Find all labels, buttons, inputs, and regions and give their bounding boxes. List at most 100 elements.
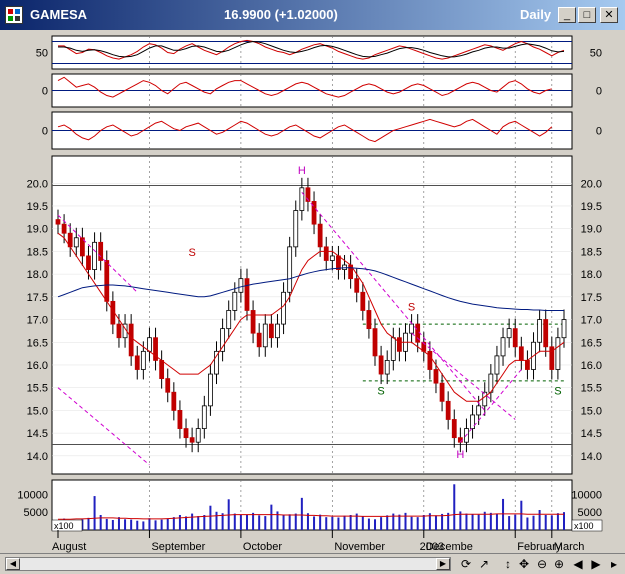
candle-body xyxy=(232,291,238,311)
candle-body xyxy=(445,400,451,420)
volume-bar xyxy=(495,513,498,530)
y-tick-label-left: 17.5 xyxy=(27,292,48,304)
volume-bar xyxy=(215,511,218,530)
volume-bar xyxy=(288,514,291,530)
cursor-icon[interactable]: ↗ xyxy=(476,556,492,572)
y-tick-label-right: 18.5 xyxy=(581,246,602,258)
previous-icon[interactable]: ◀ xyxy=(570,556,586,572)
panel-frame xyxy=(51,35,573,70)
x-tick-label: November xyxy=(334,541,385,553)
y-tick-label-right: 5000 xyxy=(578,507,602,519)
zoom-out-icon[interactable]: ⊖ xyxy=(534,556,550,572)
scroll-right-icon[interactable]: ▶ xyxy=(436,558,450,570)
y-tick-label-left: 0 xyxy=(42,86,48,98)
volume-bar xyxy=(441,513,444,530)
chart-window: GAMESA 16.9900 (+1.02000) Daily _ □ ✕ 50… xyxy=(0,0,625,574)
y-tick-label-right: 17.0 xyxy=(581,315,602,327)
crosshair-icon[interactable]: ✥ xyxy=(516,556,532,572)
candle-body xyxy=(220,328,226,352)
y-tick-label-right: 0 xyxy=(596,86,602,98)
volume-bar xyxy=(166,518,169,530)
volume-bar xyxy=(105,518,108,530)
volume-bar xyxy=(434,515,437,530)
candle-body xyxy=(500,337,506,357)
panel-oscillator-1: 50 50 xyxy=(36,35,602,70)
maximize-button[interactable]: □ xyxy=(578,7,596,23)
volume-bar xyxy=(87,517,90,530)
scroll-left-icon[interactable]: ◀ xyxy=(6,558,20,570)
y-tick-label-right: 16.0 xyxy=(581,360,602,372)
y-tick-label-left: 20.0 xyxy=(27,178,48,190)
play-icon[interactable]: ▶ xyxy=(588,556,604,572)
y-tick-label-left: 19.0 xyxy=(27,224,48,236)
zoom-in-icon[interactable]: ⊕ xyxy=(551,556,567,572)
candle-body xyxy=(336,255,341,270)
pattern-annotation: S xyxy=(188,247,195,259)
candle-body xyxy=(55,219,61,225)
volume-bar xyxy=(93,496,96,530)
candle-body xyxy=(561,319,567,339)
minimize-button[interactable]: _ xyxy=(558,7,576,23)
volume-bar xyxy=(270,504,273,530)
volume-bar xyxy=(111,520,114,530)
volume-bar xyxy=(136,520,139,530)
title-bar[interactable]: GAMESA 16.9900 (+1.02000) Daily _ □ ✕ xyxy=(0,0,625,30)
candle-body xyxy=(165,378,171,393)
candle-body xyxy=(525,360,530,370)
y-tick-label-left: 16.0 xyxy=(27,360,48,372)
volume-bar xyxy=(453,484,456,530)
y-tick-label-left: 19.5 xyxy=(27,201,48,213)
candle-body xyxy=(250,310,256,334)
pattern-annotation: S xyxy=(377,386,384,398)
candle-body xyxy=(140,350,146,370)
volume-bar xyxy=(367,518,370,530)
candle-body xyxy=(366,310,372,330)
y-tick-label-right: 50 xyxy=(590,48,602,60)
candle-body xyxy=(61,223,67,234)
candle-body xyxy=(116,323,122,339)
y-tick-label-right: 15.5 xyxy=(581,383,602,395)
candle-body xyxy=(189,437,195,443)
volume-bar xyxy=(319,514,322,530)
time-axis: August September October November Decembe Feb… xyxy=(52,530,584,553)
candle-body xyxy=(317,223,323,248)
volume-bar xyxy=(502,498,505,530)
volume-bar xyxy=(325,517,328,530)
step-icon[interactable]: ▸ xyxy=(606,556,622,572)
x-tick-label: September xyxy=(151,541,205,553)
candle-body xyxy=(372,328,378,357)
candle-body xyxy=(427,350,433,370)
candle-body xyxy=(384,360,390,375)
volume-bar xyxy=(331,516,334,530)
volume-bar xyxy=(374,519,377,530)
y-tick-label-right: 15.0 xyxy=(581,405,602,417)
refresh-icon[interactable]: ⟳ xyxy=(458,556,474,572)
volume-bar xyxy=(209,505,212,530)
horizontal-scrollbar[interactable]: ◀ ▶ xyxy=(5,557,451,571)
candle-body xyxy=(92,241,97,270)
y-tick-label-left: 50 xyxy=(36,48,48,60)
volume-bar xyxy=(361,516,364,530)
candle-body xyxy=(409,323,414,334)
volume-bar xyxy=(398,514,401,530)
y-tick-label-left: 17.0 xyxy=(27,315,48,327)
candle-body xyxy=(439,382,445,402)
volume-bar xyxy=(239,515,242,530)
candle-body xyxy=(147,337,152,352)
candle-body xyxy=(518,346,524,361)
close-button[interactable]: ✕ xyxy=(600,7,618,23)
volume-bar xyxy=(160,519,163,530)
x-tick-label: March xyxy=(554,541,585,553)
candle-body xyxy=(299,187,305,211)
status-bar: ◀ ▶ ⟳ ↗ ↕ ✥ ⊖ ⊕ ◀ ▶ ▸ xyxy=(0,553,625,574)
candle-body xyxy=(482,391,488,407)
y-tick-label-right: 20.0 xyxy=(581,178,602,190)
volume-bar xyxy=(294,513,297,530)
pattern-annotation: S xyxy=(554,386,561,398)
chart-area[interactable]: 50 500 00 014.0 14.014.5 14.515.0 15.015.5 15.5… xyxy=(0,30,625,553)
vertical-scroll-icon[interactable]: ↕ xyxy=(500,556,516,572)
panel-oscillator-3: 00 xyxy=(42,111,602,150)
y-tick-label-right: 14.5 xyxy=(581,428,602,440)
candle-body xyxy=(159,360,165,379)
volume-unit-label: x100 xyxy=(54,521,74,531)
